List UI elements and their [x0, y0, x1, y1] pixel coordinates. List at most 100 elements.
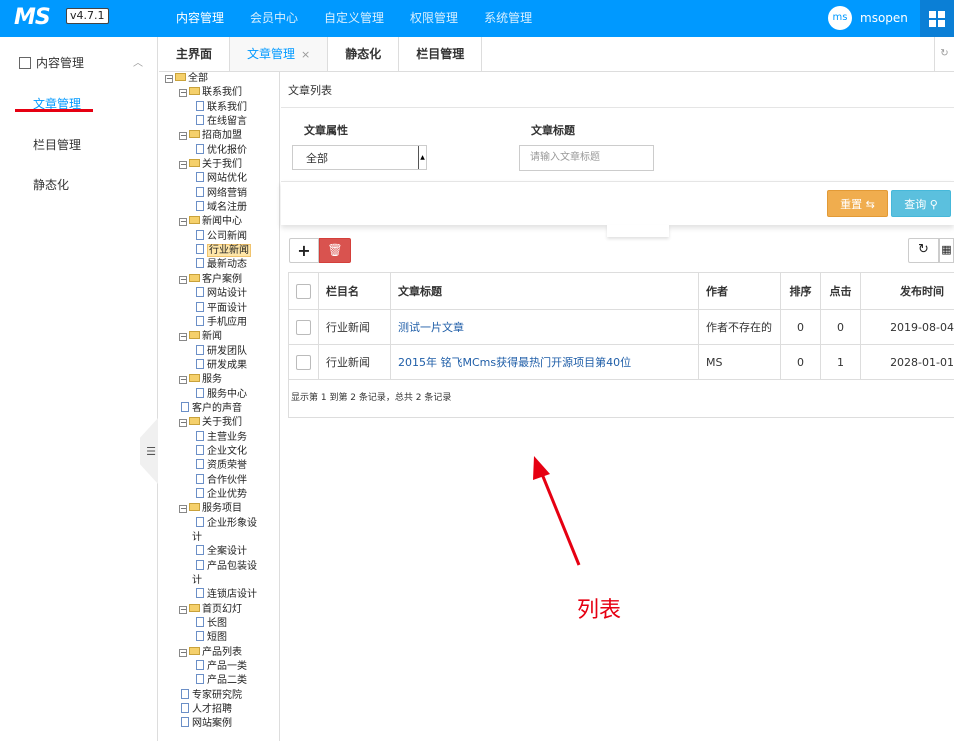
tree-folder[interactable]: − 新闻中心	[159, 215, 279, 229]
collapse-toggle-icon[interactable]: −	[165, 75, 173, 83]
article-title-link[interactable]: 测试一片文章	[398, 321, 464, 334]
avatar[interactable]: ms	[828, 6, 852, 30]
table-row[interactable]: 行业新闻 2015年 铭飞MCms获得最热门开源项目第40位 MS 0 1 20…	[288, 344, 954, 380]
tree-leaf[interactable]: 研发团队	[159, 344, 279, 359]
tab-categories[interactable]: 栏目管理	[399, 37, 483, 71]
grid-icon	[929, 10, 945, 27]
tree-leaf[interactable]: 企业形象设	[159, 516, 279, 531]
tree-leaf[interactable]: 产品一类	[159, 660, 279, 674]
delete-button[interactable]: 🗑	[319, 238, 351, 263]
add-button[interactable]: +	[289, 238, 319, 263]
tree-leaf[interactable]: 计	[159, 574, 279, 588]
sidebar-item-static[interactable]: 静态化	[33, 176, 69, 193]
tree-leaf[interactable]: 网站案例	[159, 717, 279, 731]
tree-leaf[interactable]: 行业新闻	[159, 244, 279, 258]
collapse-toggle-icon[interactable]: −	[179, 419, 187, 428]
article-title-input[interactable]: 请输入文章标题	[519, 145, 654, 171]
tree-leaf[interactable]: 产品包装设	[159, 559, 279, 574]
select-all-checkbox[interactable]	[296, 283, 311, 299]
col-category[interactable]: 栏目名	[318, 272, 391, 310]
tree-folder[interactable]: − 全部	[159, 72, 279, 86]
tree-leaf[interactable]: 客户的声音	[159, 401, 279, 416]
row-checkbox[interactable]	[296, 319, 311, 335]
user-menu[interactable]: ms msopen	[828, 6, 908, 30]
tree-leaf[interactable]: 计	[159, 531, 279, 545]
collapse-toggle-icon[interactable]: −	[179, 275, 187, 284]
article-title-link[interactable]: 2015年 铭飞MCms获得最热门开源项目第40位	[398, 356, 631, 369]
tree-leaf[interactable]: 服务中心	[159, 387, 279, 402]
tree-folder[interactable]: − 产品列表	[159, 646, 279, 660]
query-button[interactable]: 查询 ⚲	[891, 190, 951, 217]
collapse-tab[interactable]	[607, 225, 669, 237]
tree-leaf[interactable]: 专家研究院	[159, 688, 279, 703]
topnav-permission[interactable]: 权限管理	[397, 0, 471, 37]
collapse-toggle-icon[interactable]: −	[179, 218, 187, 227]
col-date[interactable]: 发布时间	[860, 272, 954, 310]
tree-leaf[interactable]: 短图	[159, 631, 279, 645]
tree-folder[interactable]: − 客户案例	[159, 273, 279, 287]
tree-leaf[interactable]: 人才招聘	[159, 703, 279, 717]
tree-leaf[interactable]: 联系我们	[159, 100, 279, 115]
tree-leaf[interactable]: 平面设计	[159, 301, 279, 316]
tree-leaf[interactable]: 网站设计	[159, 287, 279, 301]
tab-static[interactable]: 静态化	[328, 37, 400, 71]
tab-home[interactable]: 主界面	[159, 37, 231, 71]
tree-leaf[interactable]: 企业优势	[159, 487, 279, 502]
tree-folder[interactable]: − 服务项目	[159, 502, 279, 516]
tree-leaf[interactable]: 产品二类	[159, 674, 279, 688]
tree-folder[interactable]: − 服务	[159, 373, 279, 387]
apps-grid-button[interactable]	[920, 0, 954, 37]
collapse-toggle-icon[interactable]: −	[179, 505, 187, 514]
table-row[interactable]: 行业新闻 测试一片文章 作者不存在的 0 0 2019-08-04	[288, 309, 954, 345]
col-title[interactable]: 文章标题	[390, 272, 699, 310]
article-attr-select[interactable]: 全部 ▲	[292, 145, 427, 170]
col-sort[interactable]: 排序	[780, 272, 821, 310]
collapse-toggle-icon[interactable]: −	[179, 333, 187, 342]
row-checkbox[interactable]	[296, 354, 311, 370]
tree-folder[interactable]: − 关于我们	[159, 158, 279, 172]
collapse-toggle-icon[interactable]: −	[179, 648, 187, 657]
refresh-table-button[interactable]: ↻	[908, 238, 939, 263]
tree-folder[interactable]: − 首页幻灯	[159, 603, 279, 617]
tree-leaf[interactable]: 网站优化	[159, 172, 279, 186]
sidebar-item-categories[interactable]: 栏目管理	[33, 136, 81, 153]
topnav-custom[interactable]: 自定义管理	[311, 0, 397, 37]
tree-leaf[interactable]: 研发成果	[159, 358, 279, 373]
tree-leaf[interactable]: 合作伙伴	[159, 473, 279, 488]
reset-button[interactable]: 重置 ⇆	[827, 190, 888, 217]
tree-leaf[interactable]: 公司新闻	[159, 229, 279, 244]
collapse-toggle-icon[interactable]: −	[179, 161, 187, 170]
columns-toggle-button[interactable]: ▦	[939, 238, 954, 263]
tree-leaf[interactable]: 手机应用	[159, 315, 279, 330]
topnav-system[interactable]: 系统管理	[471, 0, 545, 37]
username[interactable]: msopen	[860, 11, 908, 25]
collapse-toggle-icon[interactable]: −	[179, 605, 187, 614]
collapse-toggle-icon[interactable]: −	[179, 132, 187, 141]
tab-articles[interactable]: 文章管理 ×	[230, 37, 329, 71]
tree-leaf[interactable]: 网络营销	[159, 186, 279, 201]
topnav-member[interactable]: 会员中心	[237, 0, 311, 37]
refresh-tab-icon[interactable]: ↻	[934, 37, 954, 71]
tree-folder[interactable]: − 关于我们	[159, 416, 279, 430]
tree-leaf[interactable]: 在线留言	[159, 115, 279, 129]
sidebar-section-content[interactable]: 内容管理	[19, 54, 84, 71]
tree-leaf[interactable]: 连锁店设计	[159, 588, 279, 602]
tree-leaf[interactable]: 最新动态	[159, 258, 279, 272]
collapse-toggle-icon[interactable]: −	[179, 376, 187, 385]
tree-folder[interactable]: − 联系我们	[159, 86, 279, 100]
collapse-toggle-icon[interactable]: −	[179, 89, 187, 98]
chevron-up-icon[interactable]: ︿	[133, 54, 143, 69]
tree-leaf[interactable]: 全案设计	[159, 545, 279, 559]
tree-leaf[interactable]: 域名注册	[159, 201, 279, 215]
tree-leaf[interactable]: 企业文化	[159, 444, 279, 459]
tree-leaf[interactable]: 长图	[159, 617, 279, 631]
tree-leaf[interactable]: 资质荣誉	[159, 459, 279, 473]
tree-leaf[interactable]: 优化报价	[159, 143, 279, 158]
topnav-content[interactable]: 内容管理	[163, 0, 237, 37]
tree-leaf[interactable]: 主营业务	[159, 430, 279, 445]
col-author[interactable]: 作者	[698, 272, 781, 310]
col-clicks[interactable]: 点击	[820, 272, 861, 310]
tree-folder[interactable]: − 招商加盟	[159, 129, 279, 143]
close-icon[interactable]: ×	[301, 48, 310, 61]
tree-folder[interactable]: − 新闻	[159, 330, 279, 344]
